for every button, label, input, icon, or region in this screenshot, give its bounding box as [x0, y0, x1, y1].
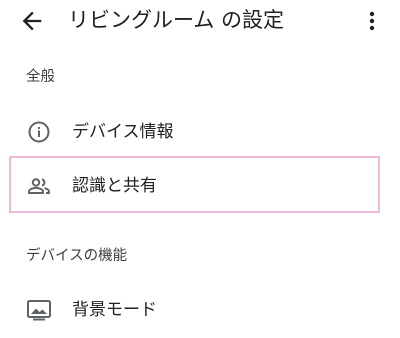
page-title: リビングルーム の設定	[68, 8, 285, 32]
list-item-label: デバイス情報	[72, 122, 174, 142]
back-button[interactable]	[18, 7, 46, 35]
more-options-button[interactable]	[360, 7, 384, 35]
list-item-label: 認識と共有	[72, 176, 157, 196]
app-bar: リビングルーム の設定	[0, 0, 400, 42]
section-header-general: 全般	[26, 69, 55, 85]
list-item-ambient-mode[interactable]: 背景モード	[0, 284, 400, 336]
photo-frame-icon	[26, 298, 52, 322]
list-item-label: 背景モード	[72, 300, 157, 320]
info-icon	[26, 120, 52, 144]
more-vert-icon	[369, 11, 375, 31]
list-item-device-info[interactable]: デバイス情報	[0, 106, 400, 158]
list-item-recognition-sharing[interactable]: 認識と共有	[0, 160, 400, 212]
section-header-device-features: デバイスの機能	[26, 248, 128, 264]
device-settings-screen: リビングルーム の設定 全般 デバイス情報 認識と共有 デバイスの機能 背景モー…	[0, 0, 400, 338]
people-icon	[26, 174, 52, 198]
arrow-back-icon	[22, 11, 42, 31]
